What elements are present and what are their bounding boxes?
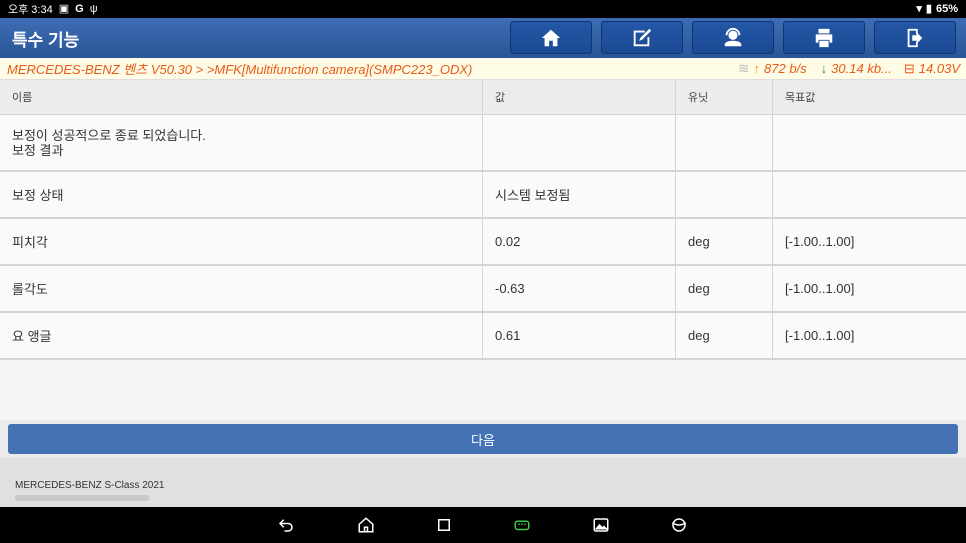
status-time: 오후 3:34 <box>8 4 53 16</box>
name-cell: 요 앵글 <box>0 313 483 358</box>
target-cell: [-1.00..1.00] <box>785 281 855 296</box>
edit-icon <box>633 28 652 46</box>
image-notification-icon: ▣ <box>58 2 70 15</box>
vehicle-battery-icon: ⊟ <box>903 60 915 76</box>
unit-cell: deg <box>676 219 773 264</box>
print-icon <box>815 28 833 47</box>
toolbar <box>510 21 956 54</box>
navigation-bar <box>0 507 966 543</box>
connection-stats: ≋ ↑ 872 b/s ↓ 30.14 kb... ⊟ 14.03V <box>738 60 966 77</box>
back-button[interactable] <box>276 515 296 535</box>
vehicle-info-footer: MERCEDES-BENZ S-Class 2021 <box>0 458 966 507</box>
breadcrumb: MERCEDES-BENZ 벤츠 V50.30 > >MFK[Multifunc… <box>0 58 966 80</box>
download-arrow-icon: ↓ <box>820 61 828 76</box>
recents-icon <box>438 519 450 531</box>
table-row: 보정 상태 시스템 보정됨 <box>0 172 966 219</box>
value-cell: -0.63 <box>483 266 676 311</box>
name-cell: 보정 상태 <box>0 172 483 217</box>
breadcrumb-path: MERCEDES-BENZ 벤츠 V50.30 > >MFK[Multifunc… <box>7 62 473 77</box>
battery-percent: 65% <box>935 3 958 15</box>
name-cell: 롤각도 <box>0 266 483 311</box>
download-rate: 30.14 kb... <box>831 61 892 76</box>
value-cell: 0.61 <box>483 313 676 358</box>
usb-icon: ψ <box>89 2 98 15</box>
message-line: 보정 결과 <box>12 142 64 158</box>
value-cell <box>483 115 676 170</box>
vehicle-model: MERCEDES-BENZ S-Class 2021 <box>15 480 165 491</box>
results-table: 이름 값 유닛 목표값 보정이 성공적으로 종료 되었습니다. 보정 결과 보정… <box>0 80 966 420</box>
gallery-icon <box>593 518 609 532</box>
column-header-unit: 유닛 <box>676 80 773 114</box>
name-cell: 피치각 <box>0 219 483 264</box>
unit-cell <box>676 115 773 170</box>
edit-button[interactable] <box>601 21 683 54</box>
exit-icon <box>907 28 923 47</box>
target-cell: [-1.00..1.00] <box>785 328 855 343</box>
status-bar: 오후 3:34 ▣ G ψ ▾ ▮ 65% <box>0 0 966 18</box>
wifi-icon: ≋ <box>737 60 750 76</box>
unit-cell: deg <box>676 313 773 358</box>
column-header-target: 목표값 <box>785 92 816 104</box>
support-icon <box>724 27 742 46</box>
home-nav-button[interactable] <box>356 515 376 535</box>
unit-cell <box>676 172 773 217</box>
column-header-name: 이름 <box>0 80 483 114</box>
vci-button[interactable] <box>512 515 532 535</box>
target-cell <box>773 115 966 170</box>
table-header: 이름 값 유닛 목표값 <box>0 80 966 115</box>
title-bar: 특수 기능 <box>0 18 966 58</box>
unit-cell: deg <box>676 266 773 311</box>
upload-arrow-icon: ↑ <box>753 61 761 76</box>
google-icon: G <box>75 2 84 15</box>
upload-rate: 872 b/s <box>764 61 807 76</box>
exit-button[interactable] <box>874 21 956 54</box>
value-cell: 0.02 <box>483 219 676 264</box>
table-row: 보정이 성공적으로 종료 되었습니다. 보정 결과 <box>0 115 966 172</box>
message-line: 보정이 성공적으로 종료 되었습니다. <box>12 127 206 143</box>
vci-connector-icon <box>514 520 530 531</box>
battery-icon: ▮ <box>925 2 932 15</box>
target-cell <box>773 172 966 217</box>
table-row: 피치각 0.02 deg [-1.00..1.00] <box>0 219 966 266</box>
page-title: 특수 기능 <box>12 30 80 50</box>
target-cell: [-1.00..1.00] <box>785 234 855 249</box>
battery-voltage: 14.03V <box>918 61 960 76</box>
column-header-value: 값 <box>483 80 676 114</box>
home-icon <box>541 29 561 46</box>
browser-button[interactable] <box>669 515 689 535</box>
wifi-signal-icon: ▾ <box>916 2 922 15</box>
gallery-button[interactable] <box>591 515 611 535</box>
print-button[interactable] <box>783 21 865 54</box>
table-row: 요 앵글 0.61 deg [-1.00..1.00] <box>0 313 966 360</box>
back-icon <box>278 519 293 532</box>
message-cell: 보정이 성공적으로 종료 되었습니다. 보정 결과 <box>0 115 483 170</box>
home-outline-icon <box>358 517 374 533</box>
value-cell: 시스템 보정됨 <box>483 172 676 217</box>
browser-icon <box>671 518 687 532</box>
home-button[interactable] <box>510 21 592 54</box>
next-button[interactable]: 다음 <box>8 424 958 454</box>
vin-redacted <box>15 495 149 501</box>
support-button[interactable] <box>692 21 774 54</box>
table-row: 롤각도 -0.63 deg [-1.00..1.00] <box>0 266 966 313</box>
recents-button[interactable] <box>434 515 454 535</box>
